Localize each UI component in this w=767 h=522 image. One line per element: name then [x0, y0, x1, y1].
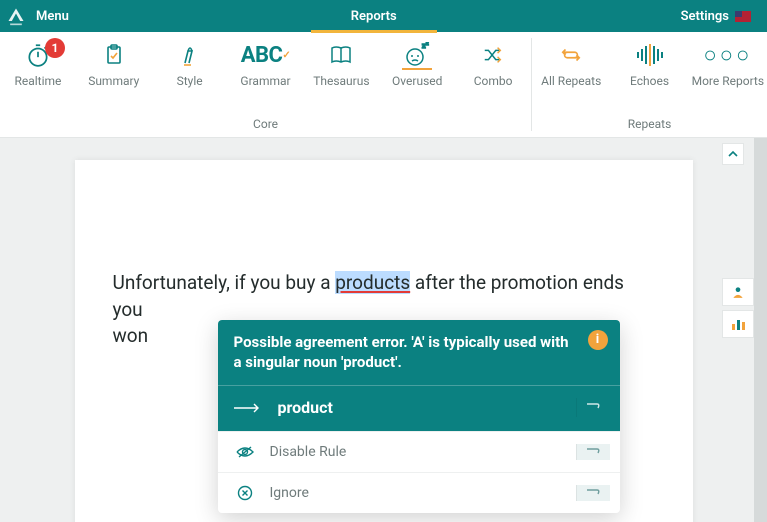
ignore-button[interactable]: Ignore	[218, 472, 620, 513]
repeat-icon	[556, 42, 586, 68]
tool-style[interactable]: Style	[153, 42, 227, 113]
topbar: Menu Reports Settings	[0, 0, 767, 32]
text-segment: Unfortunately, if you buy a	[113, 271, 336, 294]
tool-label: Echoes	[630, 74, 669, 88]
tool-label: Summary	[88, 74, 139, 88]
abc-icon: ABC✓	[251, 42, 281, 68]
tool-more-reports[interactable]: ○○○ More Reports	[691, 42, 765, 113]
scrollbar[interactable]	[754, 138, 767, 522]
tool-combo[interactable]: Combo	[456, 42, 530, 113]
menu-button[interactable]: Menu	[32, 9, 83, 24]
tool-grammar[interactable]: ABC✓ Grammar	[229, 42, 303, 113]
arrow-right-icon	[234, 398, 264, 417]
document-area: Unfortunately, if you buy a products aft…	[0, 138, 767, 522]
tool-label: Overused	[392, 74, 442, 88]
more-icon: ○○○	[713, 42, 743, 68]
flag-icon	[735, 11, 751, 22]
shuffle-icon	[478, 42, 508, 68]
tool-summary[interactable]: Summary	[77, 42, 151, 113]
grammar-highlight[interactable]: products	[335, 271, 410, 294]
tool-all-repeats[interactable]: All Repeats	[534, 42, 608, 113]
disable-rule-label: Disable Rule	[270, 444, 562, 460]
ignore-apply-next[interactable]	[576, 485, 610, 501]
x-circle-icon	[234, 485, 256, 501]
apply-suggestion-button[interactable]: product	[218, 385, 620, 431]
disable-rule-apply-next[interactable]	[576, 444, 610, 460]
tool-echoes[interactable]: Echoes	[613, 42, 687, 113]
tool-overused[interactable]: zz Overused	[380, 42, 454, 113]
realtime-badge: 1	[45, 38, 65, 58]
eye-off-icon	[234, 445, 256, 459]
collapse-panel-button[interactable]	[722, 143, 744, 165]
tool-label: Grammar	[240, 74, 290, 88]
tool-label: More Reports	[692, 74, 764, 88]
tab-reports[interactable]: Reports	[311, 1, 437, 32]
group-repeats-label: Repeats	[532, 113, 767, 137]
side-widget-stats[interactable]	[722, 310, 754, 338]
popup-message: Possible agreement error. 'A' is typical…	[218, 320, 620, 385]
text-segment: won	[113, 324, 149, 347]
tired-face-icon: zz	[402, 42, 432, 68]
info-icon[interactable]: i	[588, 330, 608, 350]
document-page[interactable]: Unfortunately, if you buy a products aft…	[75, 160, 693, 522]
grammar-suggestion-popup: Possible agreement error. 'A' is typical…	[218, 320, 620, 513]
tool-realtime[interactable]: 1 Realtime	[1, 42, 75, 113]
group-core-label: Core	[0, 113, 531, 137]
disable-rule-button[interactable]: Disable Rule	[218, 431, 620, 472]
clipboard-icon	[99, 42, 129, 68]
tool-label: Style	[177, 74, 203, 88]
suggestion-word: product	[278, 398, 562, 417]
book-icon	[326, 42, 356, 68]
ignore-label: Ignore	[270, 485, 562, 501]
tool-label: All Repeats	[541, 74, 601, 88]
svg-text:z: z	[426, 42, 429, 47]
pen-icon	[175, 42, 205, 68]
tool-label: Realtime	[14, 74, 61, 88]
soundwave-icon	[635, 42, 665, 68]
side-widget-account[interactable]	[722, 278, 754, 306]
reports-toolbar: 1 Realtime Summary Style ABC✓ Grammar	[0, 32, 767, 138]
tool-label: Combo	[474, 74, 513, 88]
expand-suggestion-button[interactable]	[576, 398, 610, 417]
settings-button[interactable]: Settings	[665, 9, 767, 24]
settings-label: Settings	[681, 9, 729, 24]
tool-label: Thesaurus	[313, 74, 369, 88]
tool-thesaurus[interactable]: Thesaurus	[304, 42, 378, 113]
app-logo	[0, 0, 32, 32]
